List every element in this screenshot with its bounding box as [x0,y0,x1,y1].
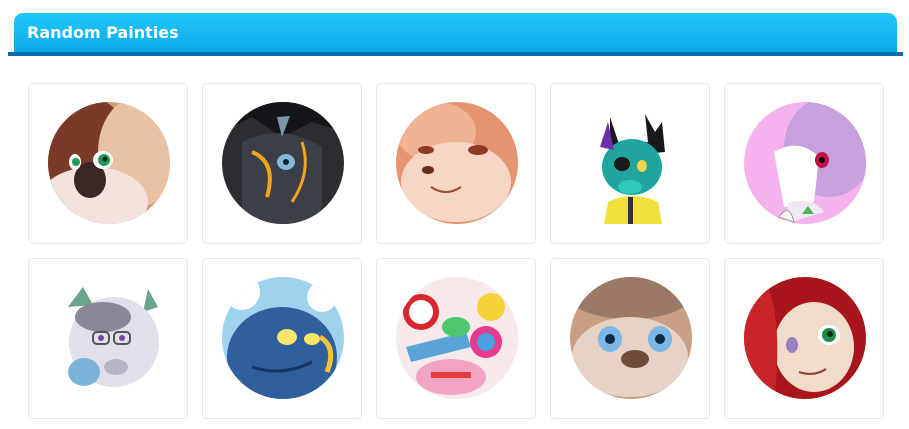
red-haired-cat-avatar-icon[interactable] [744,277,866,399]
painty-card[interactable] [202,83,362,244]
header-underline [8,52,903,56]
blue-dragon-avatar-icon[interactable] [222,277,344,399]
section-header: Random Painties [14,13,897,53]
painty-card[interactable] [376,258,536,419]
section-title: Random Painties [27,23,179,42]
candy-creature-avatar-icon[interactable] [396,277,518,399]
teal-cat-avatar-icon[interactable] [570,102,692,224]
grey-wolf-avatar-icon[interactable] [48,277,170,399]
painty-card[interactable] [376,83,536,244]
painty-card[interactable] [724,83,884,244]
painty-card[interactable] [550,83,710,244]
painty-card[interactable] [28,258,188,419]
calico-cat-avatar-icon[interactable] [48,102,170,224]
painty-card[interactable] [724,258,884,419]
painty-card[interactable] [28,83,188,244]
siamese-cat-avatar-icon[interactable] [570,277,692,399]
peach-fox-avatar-icon[interactable] [396,102,518,224]
painty-card[interactable] [550,258,710,419]
lavender-pony-avatar-icon[interactable] [744,102,866,224]
black-dragon-avatar-icon[interactable] [222,102,344,224]
painty-card[interactable] [202,258,362,419]
